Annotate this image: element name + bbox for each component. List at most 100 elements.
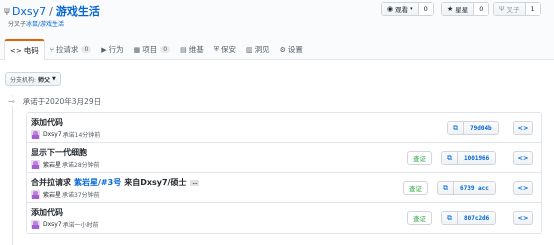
commit-message-link[interactable]: 显示下一代细胞 bbox=[31, 147, 87, 158]
pull-request-icon: ⑂ bbox=[49, 45, 54, 54]
code-icon: <> bbox=[10, 46, 22, 55]
chevron-down-icon: ▼ bbox=[52, 76, 56, 82]
pull-request-link[interactable]: 紫岩星/#3号 bbox=[74, 177, 121, 188]
commit-meta: Dxsy7 承诺一小时前 bbox=[31, 220, 99, 229]
watch-label: 观看 bbox=[395, 6, 409, 14]
commit-message-link[interactable]: 合并拉请求 bbox=[31, 177, 71, 188]
star-button[interactable]: ★ 星星 bbox=[442, 3, 475, 15]
browse-files-button[interactable]: <> bbox=[513, 211, 533, 225]
branch-name: 师父 bbox=[38, 76, 51, 84]
commit-time: 承诺37分钟前 bbox=[62, 192, 100, 199]
commit-sha-link[interactable]: 79d04b bbox=[464, 122, 498, 134]
tab-pull-requests[interactable]: ⑂ 拉请求 0 bbox=[45, 39, 97, 60]
tab-settings[interactable]: ⚙ 设置 bbox=[275, 39, 308, 60]
commit-message-link[interactable]: 添加代码 bbox=[31, 207, 63, 218]
watch-button[interactable]: ◉ 观看 ▾ bbox=[382, 3, 419, 15]
tab-settings-label: 设置 bbox=[287, 45, 303, 54]
commit-row: 添加代码 Dxsy7 承诺一小时前 查证 ⧉ 807c2d6 <> bbox=[27, 203, 541, 233]
tab-wiki[interactable]: ▤ 维基 bbox=[175, 39, 209, 60]
play-icon: ▶ bbox=[101, 45, 107, 54]
book-icon: ▤ bbox=[180, 45, 187, 54]
commit-author[interactable]: 紫岩星 bbox=[43, 190, 61, 199]
commit-sha-link[interactable]: 1001966 bbox=[458, 152, 496, 164]
tab-projects[interactable]: ▦ 项目 0 bbox=[129, 39, 175, 60]
fork-label: 叉子 bbox=[506, 6, 520, 14]
code-icon: <> bbox=[517, 214, 529, 222]
forked-from-link[interactable]: 冰鼠/游戏生活 bbox=[26, 21, 64, 28]
fork-count[interactable]: 1 bbox=[525, 3, 540, 15]
commit-row: 合并拉请求 紫岩星/#3号 来自Dxsy7/硕士 … 紫岩星 承诺37分钟前 查… bbox=[27, 173, 541, 203]
commit-sha-link[interactable]: 807c2d6 bbox=[458, 212, 496, 224]
tab-security-label: 保安 bbox=[220, 45, 236, 54]
tab-actions[interactable]: ▶ 行为 bbox=[96, 39, 128, 60]
tab-security[interactable]: ⛨ 保安 bbox=[209, 39, 241, 60]
commit-row: 添加代码 Dxsy7 承诺14分钟前 ⧉ 79d04b <> bbox=[27, 113, 541, 143]
repo-nav-tabs: <> 电码 ⑂ 拉请求 0 ▶ 行为 ▦ 项目 0 ▤ 维基 ⛨ 保安 ▥ 洞见 bbox=[4, 39, 308, 61]
code-icon: <> bbox=[517, 154, 529, 162]
star-icon: ★ bbox=[447, 5, 454, 13]
commit-message: 显示下一代细胞 bbox=[31, 147, 87, 158]
graph-icon: ▥ bbox=[245, 45, 253, 54]
chevron-down-icon: ▾ bbox=[410, 6, 413, 12]
commit-meta: Dxsy7 承诺14分钟前 bbox=[31, 130, 100, 139]
browse-files-button[interactable]: <> bbox=[513, 151, 533, 165]
project-board-icon: ▦ bbox=[133, 45, 141, 54]
shield-icon: ⛨ bbox=[213, 45, 219, 53]
commit-time: 承诺28分钟前 bbox=[62, 162, 100, 169]
commit-author[interactable]: Dxsy7 bbox=[43, 131, 62, 138]
commit-list: 添加代码 Dxsy7 承诺14分钟前 ⧉ 79d04b <> 显示下一代细胞 紫… bbox=[26, 112, 542, 234]
fork-button[interactable]: Ψ 叉子 bbox=[494, 3, 526, 15]
star-label: 星星 bbox=[455, 6, 469, 14]
tab-code[interactable]: <> 电码 bbox=[4, 39, 45, 61]
tab-wiki-label: 维基 bbox=[188, 45, 204, 54]
commit-message: 合并拉请求 紫岩星/#3号 来自Dxsy7/硕士 … bbox=[31, 177, 200, 188]
watch-button-group: ◉ 观看 ▾ 0 bbox=[381, 2, 434, 16]
commit-message-link[interactable]: 添加代码 bbox=[31, 117, 63, 128]
code-icon: <> bbox=[517, 124, 529, 132]
tab-insights[interactable]: ▥ 洞见 bbox=[241, 39, 275, 60]
commit-sha-group: ⧉ 6739 acc bbox=[437, 181, 496, 195]
repo-name-link[interactable]: 游戏生活 bbox=[56, 3, 100, 19]
avatar[interactable] bbox=[31, 220, 40, 229]
verified-badge[interactable]: 查证 bbox=[407, 211, 432, 225]
avatar[interactable] bbox=[31, 190, 40, 199]
avatar[interactable] bbox=[31, 130, 40, 139]
commit-author[interactable]: Dxsy7 bbox=[43, 221, 62, 228]
tab-projects-label: 项目 bbox=[142, 45, 158, 54]
commit-message: 添加代码 bbox=[31, 207, 63, 218]
browse-files-button[interactable]: <> bbox=[513, 121, 533, 135]
commit-message-suffix[interactable]: 来自Dxsy7/硕士 bbox=[124, 177, 186, 188]
commit-sha-group: ⧉ 79d04b bbox=[447, 121, 499, 135]
tab-insights-label: 洞见 bbox=[254, 45, 270, 54]
forked-from-prefix: 分叉子 bbox=[8, 21, 27, 28]
gear-icon: ⚙ bbox=[279, 45, 286, 54]
verified-badge[interactable]: 查证 bbox=[407, 151, 432, 165]
avatar[interactable] bbox=[31, 160, 40, 169]
clipboard-icon[interactable]: ⧉ bbox=[442, 152, 458, 164]
browse-files-button[interactable]: <> bbox=[513, 181, 533, 195]
commit-node-icon: ⊸ bbox=[8, 97, 15, 106]
watch-count[interactable]: 0 bbox=[418, 3, 433, 15]
commit-sha-link[interactable]: 6739 acc bbox=[454, 182, 495, 194]
star-button-group: ★ 星星 0 bbox=[441, 2, 490, 16]
repo-separator: / bbox=[49, 4, 53, 18]
commit-meta: 紫岩星 承诺28分钟前 bbox=[31, 160, 100, 169]
clipboard-icon[interactable]: ⧉ bbox=[438, 182, 454, 194]
fork-button-group: Ψ 叉子 1 bbox=[493, 2, 541, 16]
star-count[interactable]: 0 bbox=[474, 3, 489, 15]
branch-prefix: 分支机构: bbox=[10, 76, 37, 84]
tab-code-label: 电码 bbox=[23, 46, 39, 55]
repo-header: ψ Dxsy7 / 游戏生活 分叉子冰鼠/游戏生活 ◉ 观看 ▾ 0 ★ 星星 … bbox=[0, 0, 554, 61]
repo-title: ψ Dxsy7 / 游戏生活 bbox=[4, 3, 100, 19]
commit-author[interactable]: 紫岩星 bbox=[43, 160, 61, 169]
expand-message-button[interactable]: … bbox=[190, 179, 200, 186]
repo-owner-link[interactable]: Dxsy7 bbox=[12, 5, 46, 18]
clipboard-icon[interactable]: ⧉ bbox=[448, 122, 464, 134]
branch-selector[interactable]: 分支机构: 师父 ▼ bbox=[5, 72, 61, 86]
commit-date-group: ⊸ 承诺于2020年3月29日 bbox=[8, 96, 101, 107]
repo-forked-icon: ψ bbox=[4, 6, 10, 16]
clipboard-icon[interactable]: ⧉ bbox=[442, 212, 458, 224]
projects-count-badge: 0 bbox=[160, 46, 171, 53]
forked-from-line: 分叉子冰鼠/游戏生活 bbox=[8, 19, 64, 28]
verified-badge[interactable]: 查证 bbox=[403, 181, 428, 195]
